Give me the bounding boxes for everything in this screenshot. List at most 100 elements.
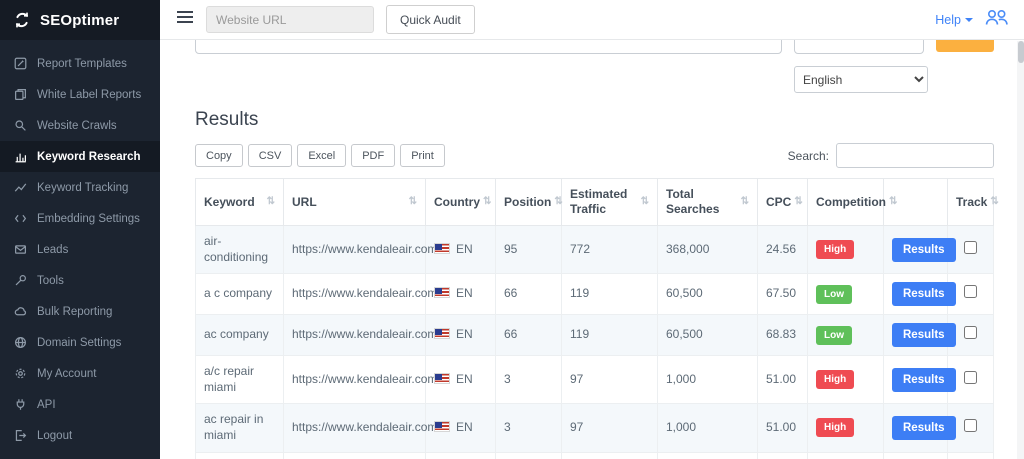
sidebar-item-my-account[interactable]: My Account [0, 358, 160, 389]
sidebar-item-keyword-research[interactable]: Keyword Research [0, 141, 160, 172]
quick-audit-button[interactable]: Quick Audit [386, 5, 475, 34]
sort-icon[interactable]: ⇅ [641, 196, 649, 209]
seoptimer-logo-icon [12, 10, 32, 30]
help-menu[interactable]: Help [935, 13, 973, 27]
search-input[interactable] [836, 143, 994, 168]
us-flag-icon [434, 328, 450, 339]
sort-icon[interactable]: ⇅ [483, 196, 491, 209]
column-header-label: Competition [816, 195, 886, 210]
sidebar-item-label: Keyword Research [37, 151, 141, 163]
cell-url: https://www.kendaleair.com/ [284, 226, 426, 274]
cell-country: EN [426, 404, 496, 452]
results-table: Keyword⇅URL⇅Country⇅Position⇅Estimated T… [195, 178, 994, 459]
print-button[interactable]: Print [400, 144, 445, 167]
secondary-input[interactable] [794, 40, 924, 54]
column-header[interactable]: Track⇅ [948, 179, 994, 226]
cell-competition: Low [808, 315, 884, 356]
sidebar-item-domain-settings[interactable]: Domain Settings [0, 327, 160, 358]
column-header[interactable]: Country⇅ [426, 179, 496, 226]
keyword-form-row [195, 40, 994, 54]
logo[interactable]: SEOptimer [0, 0, 160, 40]
cell-position: 3 [496, 452, 562, 459]
sort-icon[interactable]: ⇅ [889, 196, 897, 209]
cell-results: Results [884, 404, 948, 452]
excel-button[interactable]: Excel [297, 144, 346, 167]
sidebar-item-api[interactable]: API [0, 389, 160, 420]
users-icon[interactable] [985, 9, 1009, 31]
pdf-button[interactable]: PDF [351, 144, 395, 167]
sidebar-item-website-crawls[interactable]: Website Crawls [0, 110, 160, 141]
sidebar-item-label: Embedding Settings [37, 213, 140, 225]
sidebar-item-logout[interactable]: Logout [0, 420, 160, 451]
sidebar-item-keyword-tracking[interactable]: Keyword Tracking [0, 172, 160, 203]
track-checkbox[interactable] [964, 326, 977, 339]
column-header[interactable]: Competition⇅ [808, 179, 884, 226]
sidebar-item-label: Website Crawls [37, 120, 117, 132]
sidebar-item-leads[interactable]: Leads [0, 234, 160, 265]
sort-icon[interactable]: ⇅ [554, 196, 562, 209]
cell-traffic: 119 [562, 315, 658, 356]
sidebar-item-label: My Account [37, 368, 96, 380]
cell-searches: 60,500 [658, 274, 758, 315]
column-header[interactable]: Position⇅ [496, 179, 562, 226]
globe-icon [14, 336, 27, 349]
column-header[interactable]: Keyword⇅ [196, 179, 284, 226]
column-header[interactable]: Estimated Traffic⇅ [562, 179, 658, 226]
sort-icon[interactable]: ⇅ [267, 196, 275, 209]
results-button[interactable]: Results [892, 238, 956, 262]
submit-button[interactable] [936, 40, 994, 52]
competition-badge: High [816, 240, 854, 259]
cell-keyword: air-conditioning [196, 226, 284, 274]
track-checkbox[interactable] [964, 241, 977, 254]
website-url-input[interactable] [206, 6, 374, 33]
cell-country: EN [426, 226, 496, 274]
cell-position: 95 [496, 226, 562, 274]
column-header-label: Total Searches [666, 187, 738, 217]
sidebar-item-label: API [37, 399, 56, 411]
sort-icon[interactable]: ⇅ [794, 196, 802, 209]
cell-cpc: 51.00 [758, 452, 808, 459]
column-header[interactable]: Total Searches⇅ [658, 179, 758, 226]
magnifier-icon [14, 119, 27, 132]
cell-cpc: 51.00 [758, 356, 808, 404]
cell-searches: 1,000 [658, 452, 758, 459]
sidebar-item-tools[interactable]: Tools [0, 265, 160, 296]
results-button[interactable]: Results [892, 323, 956, 347]
sidebar-item-embedding-settings[interactable]: Embedding Settings [0, 203, 160, 234]
results-button[interactable]: Results [892, 416, 956, 440]
wrench-icon [14, 274, 27, 287]
keyword-input[interactable] [195, 40, 782, 54]
sort-icon[interactable]: ⇅ [990, 196, 998, 209]
copy-button[interactable]: Copy [195, 144, 243, 167]
results-button[interactable]: Results [892, 368, 956, 392]
competition-badge: Low [816, 326, 852, 345]
scrollbar-thumb[interactable] [1018, 41, 1024, 63]
cell-searches: 1,000 [658, 404, 758, 452]
sidebar-item-bulk-reporting[interactable]: Bulk Reporting [0, 296, 160, 327]
column-header[interactable]: CPC⇅ [758, 179, 808, 226]
cell-position: 3 [496, 356, 562, 404]
cell-url: https://www.kendaleair.com/ [284, 315, 426, 356]
column-header-label: URL [292, 195, 317, 210]
hamburger-menu-icon[interactable] [176, 10, 194, 29]
cell-results: Results [884, 274, 948, 315]
sidebar-item-white-label-reports[interactable]: White Label Reports [0, 79, 160, 110]
sort-icon[interactable]: ⇅ [409, 196, 417, 209]
trend-line-icon [14, 181, 27, 194]
track-checkbox[interactable] [964, 419, 977, 432]
track-checkbox[interactable] [964, 371, 977, 384]
cell-url: https://www.kendaleair.com/ [284, 452, 426, 459]
cell-traffic: 119 [562, 274, 658, 315]
column-header[interactable]: URL ⇅ [284, 179, 426, 226]
results-button[interactable]: Results [892, 282, 956, 306]
csv-button[interactable]: CSV [248, 144, 293, 167]
language-select[interactable]: English [794, 66, 928, 93]
table-row: ac company https://www.kendaleair.com/ E… [196, 315, 994, 356]
sort-icon[interactable]: ⇅ [741, 196, 749, 209]
cell-country: EN [426, 274, 496, 315]
track-checkbox[interactable] [964, 285, 977, 298]
us-flag-icon [434, 243, 450, 254]
sidebar-item-report-templates[interactable]: Report Templates [0, 48, 160, 79]
cell-traffic: 772 [562, 226, 658, 274]
scrollbar[interactable] [1017, 41, 1024, 459]
